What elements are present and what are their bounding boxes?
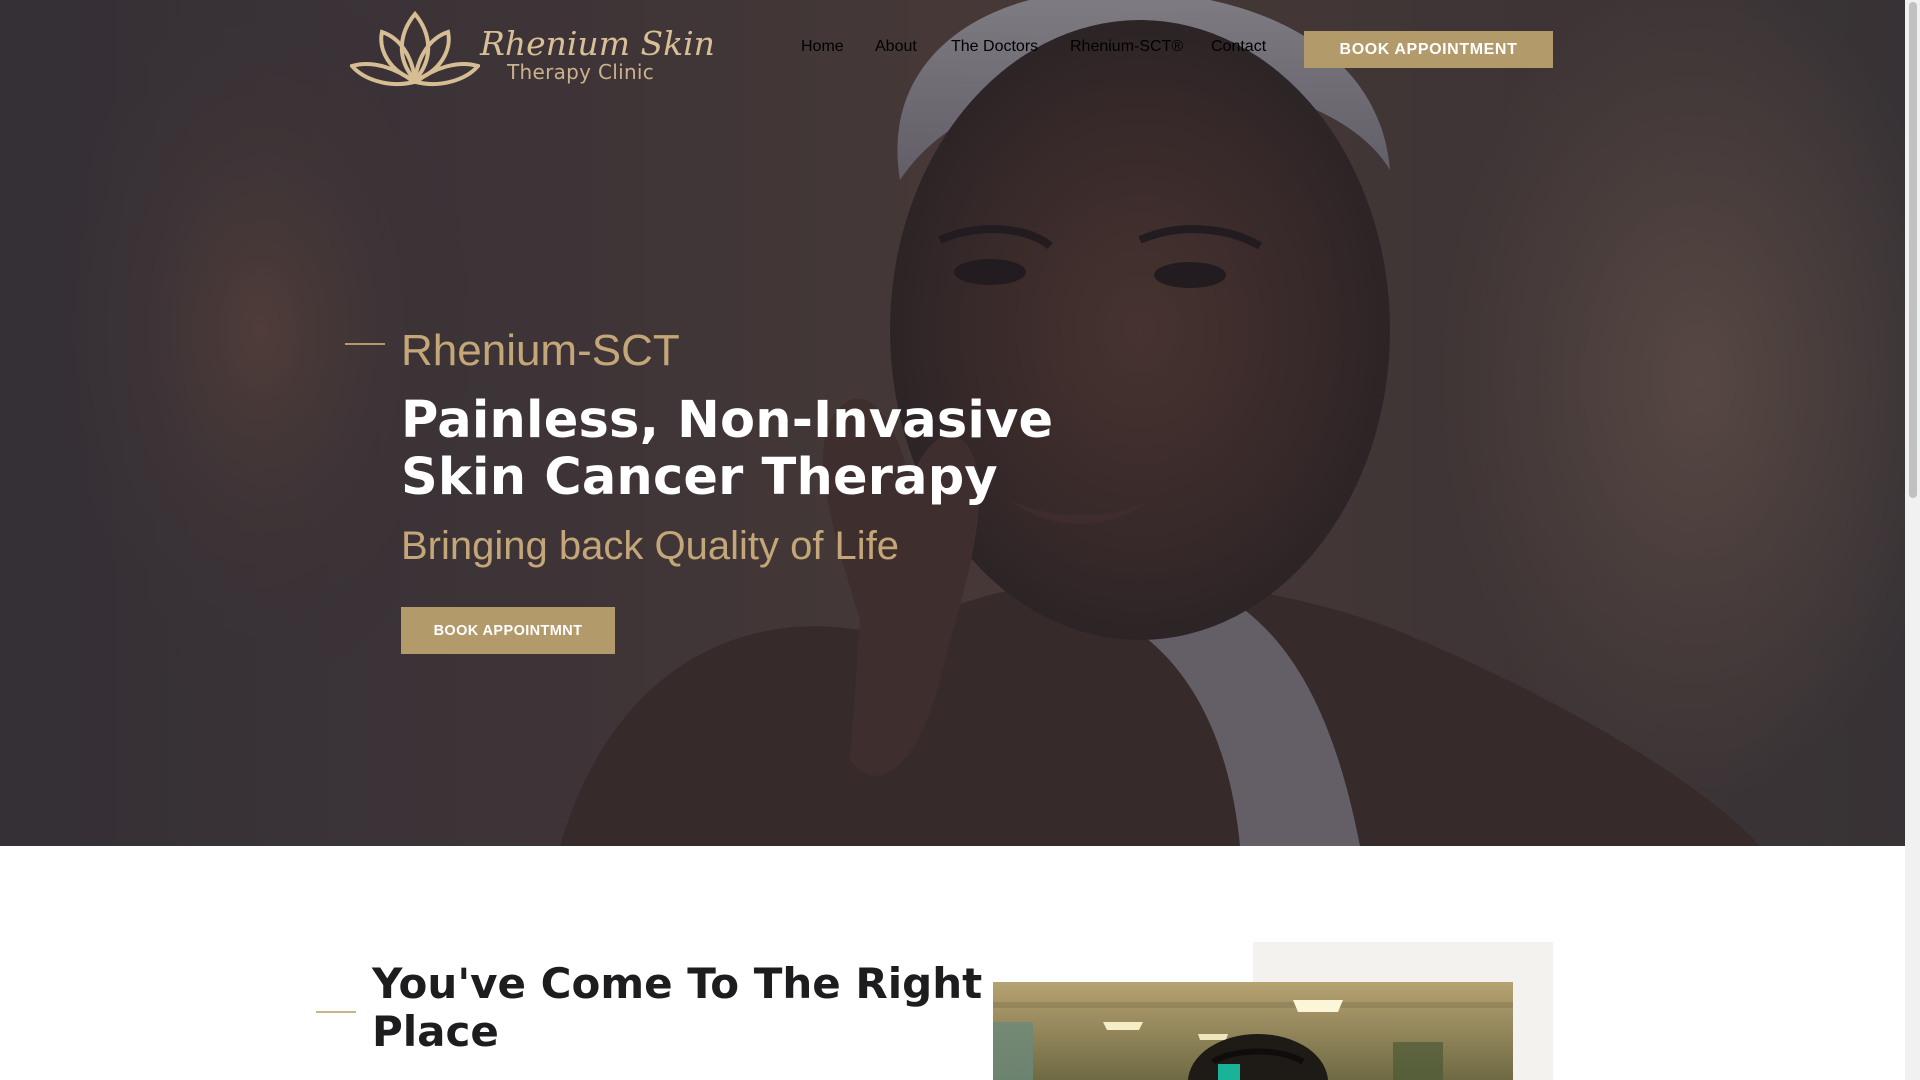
lotus-icon bbox=[350, 10, 480, 87]
hero-title-line-2: Skin Cancer Therapy bbox=[401, 448, 998, 507]
intro-image bbox=[993, 982, 1513, 1080]
page: Rhenium Skin Therapy Clinic Home About T… bbox=[0, 0, 1920, 1080]
nav-item-the-doctors[interactable]: The Doctors bbox=[951, 38, 1038, 56]
nav-item-rhenium-sct[interactable]: Rhenium-SCT® bbox=[1070, 38, 1183, 56]
nav-item-home[interactable]: Home bbox=[801, 38, 844, 56]
nav-item-about[interactable]: About bbox=[875, 38, 917, 56]
logo-name: Rhenium Skin bbox=[480, 24, 715, 63]
site-logo[interactable]: Rhenium Skin Therapy Clinic bbox=[350, 10, 715, 90]
hero-kicker: Rhenium-SCT bbox=[401, 326, 680, 375]
hero-title: Painless, Non-Invasive Skin Cancer Thera… bbox=[401, 391, 1054, 507]
nav-item-contact[interactable]: Contact bbox=[1211, 38, 1266, 56]
logo-subtitle: Therapy Clinic bbox=[507, 60, 655, 84]
page-scrollbar[interactable] bbox=[1905, 0, 1920, 1080]
intro-title-line-1: You've Come To The Right bbox=[372, 959, 983, 1008]
intro-accent-line bbox=[316, 1011, 356, 1013]
hero-section: Rhenium Skin Therapy Clinic Home About T… bbox=[0, 0, 1905, 846]
hero-title-line-1: Painless, Non-Invasive bbox=[401, 391, 1054, 450]
book-appointment-header-button[interactable]: BOOK APPOINTMENT bbox=[1304, 31, 1553, 68]
scrollbar-thumb[interactable] bbox=[1909, 2, 1917, 498]
hero-accent-line bbox=[345, 343, 385, 345]
intro-title-line-2: Place bbox=[372, 1007, 499, 1056]
book-appointment-hero-button[interactable]: BOOK APPOINTMNT bbox=[401, 607, 615, 654]
intro-section: You've Come To The Right Place bbox=[0, 846, 1905, 1080]
intro-title: You've Come To The Right Place bbox=[372, 959, 983, 1056]
site-header: Rhenium Skin Therapy Clinic Home About T… bbox=[0, 0, 1905, 100]
hero-tagline: Bringing back Quality of Life bbox=[401, 524, 900, 568]
